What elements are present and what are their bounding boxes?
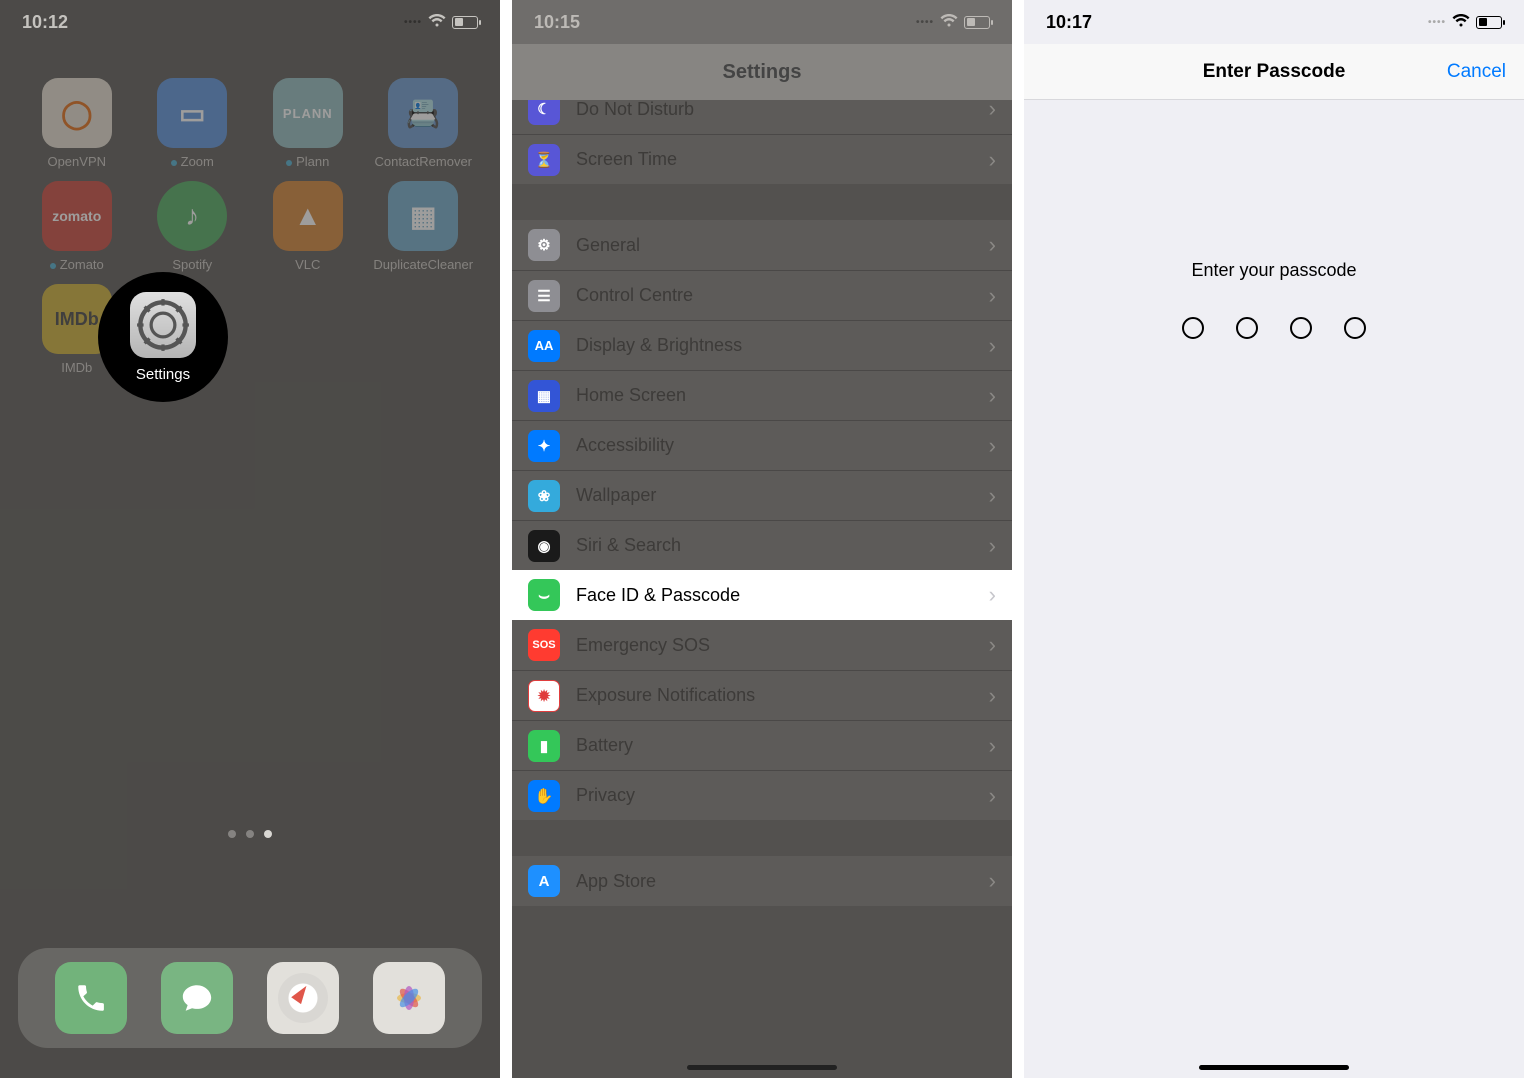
passcode-prompt: Enter your passcode	[1191, 260, 1356, 281]
face-id-icon: ⌣	[528, 579, 560, 611]
passcode-dot	[1290, 317, 1312, 339]
chevron-right-icon: ›	[989, 582, 996, 608]
passcode-body: Enter your passcode	[1024, 260, 1524, 339]
row-battery[interactable]: ▮Battery›	[512, 720, 1012, 770]
compass-icon	[278, 973, 328, 1023]
cancel-button[interactable]: Cancel	[1447, 61, 1506, 83]
row-accessibility[interactable]: ✦Accessibility›	[512, 420, 1012, 470]
clock: 10:15	[534, 12, 580, 33]
sliders-icon: ☰	[528, 280, 560, 312]
clock: 10:12	[22, 12, 68, 33]
row-home-screen[interactable]: ▦Home Screen›	[512, 370, 1012, 420]
hand-icon: ✋	[528, 780, 560, 812]
status-bar: 10:17 ••••	[1024, 0, 1524, 44]
dock-messages[interactable]	[161, 962, 233, 1034]
dim-overlay	[0, 0, 500, 1078]
passcode-dots	[1182, 317, 1366, 339]
settings-app-label: Settings	[136, 366, 190, 383]
row-wallpaper[interactable]: ❀Wallpaper›	[512, 470, 1012, 520]
gear-icon: ⚙	[528, 229, 560, 261]
chevron-right-icon: ›	[989, 383, 996, 409]
passcode-dot	[1182, 317, 1204, 339]
cell-dots-icon: ••••	[404, 17, 422, 28]
hourglass-icon: ⏳	[528, 144, 560, 176]
settings-screen: 10:15 •••• Settings ☾Do Not Disturb› ⏳Sc…	[512, 0, 1012, 1078]
dock-safari[interactable]	[267, 962, 339, 1034]
settings-app-highlight[interactable]: Settings	[98, 272, 228, 402]
row-app-store[interactable]: AApp Store›	[512, 856, 1012, 906]
home-indicator[interactable]	[687, 1065, 837, 1070]
siri-icon: ◉	[528, 530, 560, 562]
virus-icon: ✹	[528, 680, 560, 712]
dock	[18, 948, 482, 1048]
chevron-right-icon: ›	[989, 683, 996, 709]
battery-icon	[1476, 16, 1502, 29]
passcode-nav: Enter Passcode Cancel	[1024, 44, 1524, 100]
row-face-id-passcode[interactable]: ⌣Face ID & Passcode›	[512, 570, 1012, 620]
chevron-right-icon: ›	[989, 533, 996, 559]
battery-icon: ▮	[528, 730, 560, 762]
status-icons: ••••	[916, 12, 990, 33]
row-siri-search[interactable]: ◉Siri & Search›	[512, 520, 1012, 570]
passcode-dot	[1236, 317, 1258, 339]
passcode-dot	[1344, 317, 1366, 339]
battery-icon	[964, 16, 990, 29]
wifi-icon	[940, 12, 958, 33]
page-indicator[interactable]	[0, 830, 500, 838]
dock-photos[interactable]	[373, 962, 445, 1034]
row-general[interactable]: ⚙General›	[512, 220, 1012, 270]
row-privacy[interactable]: ✋Privacy›	[512, 770, 1012, 820]
status-icons: ••••	[1428, 12, 1502, 33]
passcode-screen: 10:17 •••• Enter Passcode Cancel Enter y…	[1024, 0, 1524, 1078]
row-emergency-sos[interactable]: SOSEmergency SOS›	[512, 620, 1012, 670]
chevron-right-icon: ›	[989, 100, 996, 122]
clock: 10:17	[1046, 12, 1092, 33]
dock-phone[interactable]	[55, 962, 127, 1034]
chevron-right-icon: ›	[989, 147, 996, 173]
chevron-right-icon: ›	[989, 283, 996, 309]
homescreen: 10:12 •••• ◯OpenVPN ▭Zoom PLANNPlann 📇Co…	[0, 0, 500, 1078]
nav-title: Settings	[512, 44, 1012, 100]
status-bar: 10:15 ••••	[512, 0, 1012, 44]
chevron-right-icon: ›	[989, 783, 996, 809]
row-control-centre[interactable]: ☰Control Centre›	[512, 270, 1012, 320]
chevron-right-icon: ›	[989, 733, 996, 759]
row-display-brightness[interactable]: AADisplay & Brightness›	[512, 320, 1012, 370]
wifi-icon	[428, 12, 446, 33]
cell-dots-icon: ••••	[1428, 17, 1446, 28]
sos-icon: SOS	[528, 629, 560, 661]
chevron-right-icon: ›	[989, 868, 996, 894]
text-size-icon: AA	[528, 330, 560, 362]
chevron-right-icon: ›	[989, 632, 996, 658]
battery-icon	[452, 16, 478, 29]
gear-icon	[136, 298, 190, 352]
accessibility-icon: ✦	[528, 430, 560, 462]
chevron-right-icon: ›	[989, 333, 996, 359]
row-do-not-disturb[interactable]: ☾Do Not Disturb›	[512, 100, 1012, 134]
moon-icon: ☾	[528, 100, 560, 125]
grid-icon: ▦	[528, 380, 560, 412]
cell-dots-icon: ••••	[916, 17, 934, 28]
settings-list[interactable]: ☾Do Not Disturb› ⏳Screen Time› ⚙General›…	[512, 100, 1012, 1078]
wifi-icon	[1452, 12, 1470, 33]
chevron-right-icon: ›	[989, 433, 996, 459]
chevron-right-icon: ›	[989, 232, 996, 258]
home-indicator[interactable]	[1199, 1065, 1349, 1070]
status-icons: ••••	[404, 12, 478, 33]
flower-icon: ❀	[528, 480, 560, 512]
appstore-icon: A	[528, 865, 560, 897]
status-bar: 10:12 ••••	[0, 0, 500, 44]
passcode-title: Enter Passcode	[1203, 61, 1346, 83]
row-screen-time[interactable]: ⏳Screen Time›	[512, 134, 1012, 184]
chevron-right-icon: ›	[989, 483, 996, 509]
row-exposure-notifications[interactable]: ✹Exposure Notifications›	[512, 670, 1012, 720]
